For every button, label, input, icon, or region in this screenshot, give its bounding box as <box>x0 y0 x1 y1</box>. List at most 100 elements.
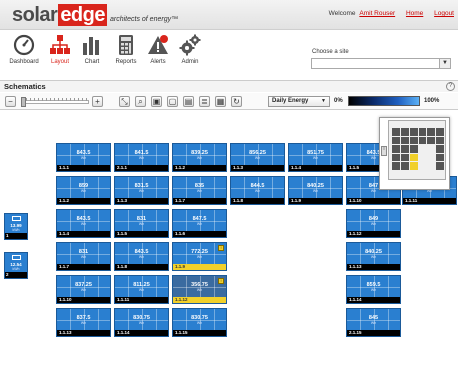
zoom-tool-button[interactable]: ⌕ <box>135 96 146 107</box>
nav-dashboard[interactable]: Dashboard <box>6 34 42 76</box>
module-tile[interactable]: 811.25 Wh 1.1.11 <box>114 275 169 304</box>
module-icon: ▣ <box>152 97 161 106</box>
module-tile[interactable]: 835 Wh 1.1.7 <box>172 176 227 205</box>
logo-edge-text: edge <box>58 4 107 26</box>
warning-flag-icon[interactable]: ! <box>218 278 224 284</box>
warning-flag-icon[interactable]: ! <box>218 245 224 251</box>
refresh-button[interactable]: ↻ <box>231 96 242 107</box>
user-name-link[interactable]: Amit Rouser <box>359 10 395 17</box>
inverter-icon: ▤ <box>184 97 193 106</box>
minimap-cell <box>419 145 427 153</box>
module-tile[interactable]: 839.25 Wh 1.1.2 <box>172 143 227 172</box>
module-tile[interactable]: 849 Wh 1.1.12 <box>346 209 401 238</box>
minimap-cell <box>400 145 409 153</box>
module-tile[interactable]: 830.75 Wh 1.1.14 <box>114 308 169 337</box>
module-id-label: 1.1.9 <box>289 198 342 204</box>
module-id-label: 1.1.4 <box>57 231 110 237</box>
string-view-button[interactable]: ▢ <box>167 96 178 107</box>
chevron-down-icon: ▼ <box>321 98 326 104</box>
minimap-cell <box>409 128 418 136</box>
module-energy-unit: Wh <box>196 156 203 160</box>
site-select[interactable]: ▼ <box>311 58 451 69</box>
inverter-tile[interactable]: 13.99 kWh 1 <box>4 213 28 240</box>
module-tile[interactable]: 840.25 Wh 1.1.9 <box>288 176 343 205</box>
inverter-energy-unit: kWh <box>12 228 20 232</box>
module-tile[interactable]: 837.5 Wh 1.1.13 <box>56 308 111 337</box>
nav-alerts[interactable]: Alerts <box>140 34 176 76</box>
layout-tree-icon <box>50 35 70 54</box>
module-tile[interactable]: 856.25 Wh 1.1.3 <box>230 143 285 172</box>
home-link[interactable]: Home <box>406 10 423 17</box>
nav-layout-label: Layout <box>50 59 69 65</box>
minimap-cell <box>418 128 427 136</box>
logo-solar-text: solar <box>12 4 58 26</box>
module-energy-unit: Wh <box>138 222 145 226</box>
module-tile[interactable]: 859.5 Wh 1.1.14 <box>346 275 401 304</box>
refresh-icon: ↻ <box>233 97 240 106</box>
minimap-cell <box>392 136 400 145</box>
inverter-id-label: 2 <box>5 272 27 278</box>
zoom-in-button[interactable]: + <box>92 96 103 107</box>
module-energy-unit: Wh <box>370 222 377 226</box>
grid-icon: ▦ <box>216 97 225 106</box>
module-tile[interactable]: 843.5 Wh 1.1.1 <box>56 143 111 172</box>
nav-chart[interactable]: Chart <box>74 34 110 76</box>
module-tile[interactable]: 837.25 Wh 1.1.10 <box>56 275 111 304</box>
module-tile[interactable]: 845 Wh 2.1.15 <box>346 308 401 337</box>
nav-reports[interactable]: Reports <box>108 34 144 76</box>
module-tile[interactable]: 843.5 Wh 1.1.4 <box>56 209 111 238</box>
nav-layout[interactable]: Layout <box>42 34 78 76</box>
fit-button[interactable]: ⤡ <box>119 96 130 107</box>
zoom-out-button[interactable]: − <box>5 96 16 107</box>
zoom-slider[interactable] <box>21 97 89 107</box>
inverter-view-button[interactable]: ▤ <box>183 96 194 107</box>
calculator-icon <box>119 35 133 55</box>
nav-chart-label: Chart <box>84 59 100 65</box>
module-tile[interactable]: 843.5 Wh 1.1.8 <box>114 242 169 271</box>
module-tile[interactable]: 772.25 Wh! 1.1.9 <box>172 242 227 271</box>
logout-link[interactable]: Logout <box>434 10 454 17</box>
module-id-label: 1.1.7 <box>173 198 226 204</box>
minimap-cell <box>400 153 409 162</box>
module-tile[interactable]: 840.25 Wh 1.1.13 <box>346 242 401 271</box>
module-view-button[interactable]: ▣ <box>151 96 162 107</box>
minimap-toggle[interactable]: ≡ <box>381 146 387 156</box>
solaredge-logo[interactable]: solar edge architects of energy™ <box>12 4 178 26</box>
module-id-label: 1.1.6 <box>173 231 226 237</box>
module-tile[interactable]: 841.5 Wh 2.1.1 <box>114 143 169 172</box>
minimap-cell <box>392 128 400 136</box>
module-id-label: 1.1.12 <box>173 297 226 303</box>
grid-button[interactable]: ▦ <box>215 96 226 107</box>
minimap-cell <box>409 153 418 162</box>
minimap-cell <box>409 162 418 170</box>
gears-icon <box>179 34 201 56</box>
layers-button[interactable]: ≣ <box>199 96 210 107</box>
inverter-id-label: 1 <box>5 233 27 239</box>
module-tile[interactable]: 847.5 Wh 1.1.6 <box>172 209 227 238</box>
module-tile[interactable]: 851.75 Wh 1.1.4 <box>288 143 343 172</box>
module-tile[interactable]: 831.5 Wh 1.1.3 <box>114 176 169 205</box>
help-icon[interactable]: ? <box>446 82 455 91</box>
logo-tagline: architects of energy™ <box>110 16 179 23</box>
energy-mode-select[interactable]: Daily Energy ▼ <box>268 96 330 107</box>
inverter-tile[interactable]: 12.54 kWh 2 <box>4 252 28 279</box>
nav-admin[interactable]: Admin <box>172 34 208 76</box>
minimap-cell <box>427 154 435 162</box>
module-id-label: 2.1.1 <box>115 165 168 171</box>
zoom-slider-handle[interactable] <box>21 97 26 107</box>
app-window: solar edge architects of energy™ Welcome… <box>0 0 458 381</box>
module-id-label: 1.1.13 <box>57 330 110 336</box>
chevron-down-icon[interactable]: ▼ <box>439 59 450 68</box>
minimap-cell <box>409 145 418 153</box>
module-id-label: 1.1.14 <box>115 330 168 336</box>
schematics-toolbar: − + ⤡ ⌕ ▣ ▢ ▤ ≣ ▦ ↻ Daily Energy ▼ 0% 10… <box>0 93 458 110</box>
module-tile[interactable]: 859 Wh 1.1.2 <box>56 176 111 205</box>
minimap-cell <box>427 136 436 145</box>
module-tile[interactable]: 356.75 Wh! 1.1.12 <box>172 275 227 304</box>
module-tile[interactable]: 831 Wh 1.1.7 <box>56 242 111 271</box>
module-tile[interactable]: 831 Wh 1.1.5 <box>114 209 169 238</box>
scale-min-label: 0% <box>334 98 343 104</box>
module-tile[interactable]: 844.5 Wh 1.1.8 <box>230 176 285 205</box>
minimap-grid <box>392 128 444 170</box>
module-tile[interactable]: 830.75 Wh 1.1.15 <box>172 308 227 337</box>
